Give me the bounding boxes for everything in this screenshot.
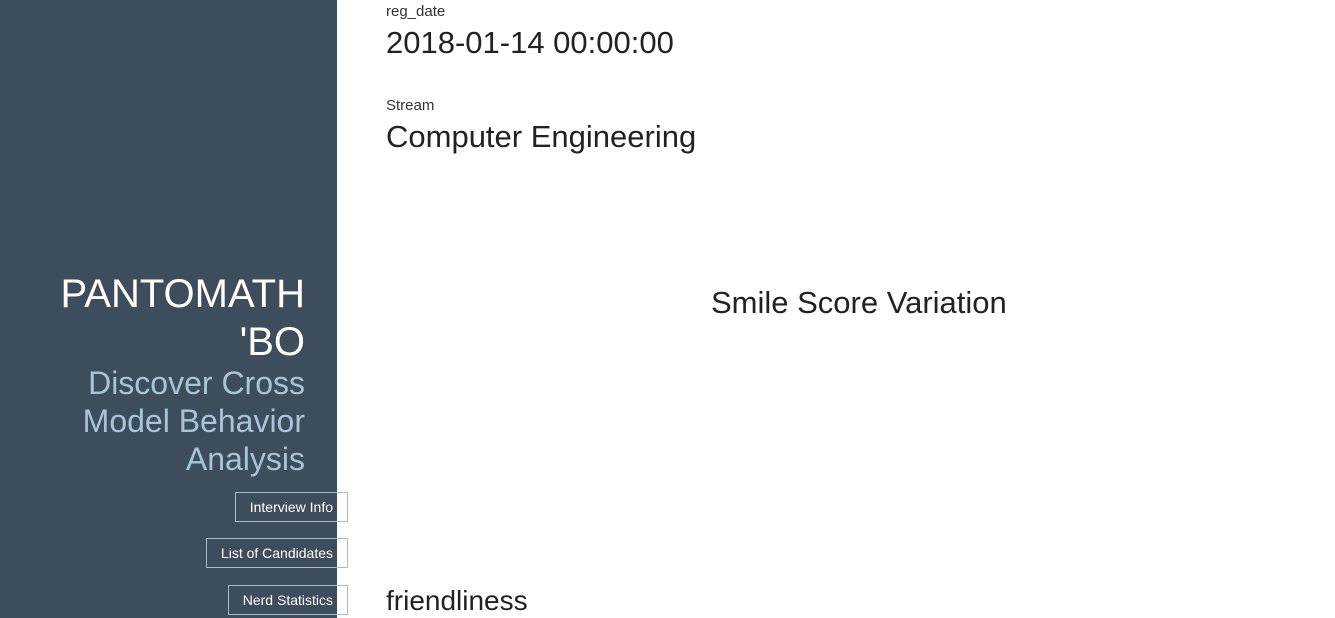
list-of-candidates-button[interactable]: List of Candidates <box>205 538 348 568</box>
nerd-statistics-button[interactable]: Nerd Statistics <box>227 585 348 615</box>
stream-value: Computer Engineering <box>386 119 697 154</box>
section-heading: friendliness <box>386 585 528 616</box>
main-content: reg_date 2018-01-14 00:00:00 Stream Comp… <box>386 0 1286 618</box>
reg-date-value: 2018-01-14 00:00:00 <box>386 25 674 60</box>
sidebar: PANTOMATH 'BO Discover Cross Model Behav… <box>0 0 348 618</box>
interview-info-button[interactable]: Interview Info <box>234 492 348 522</box>
brand-title: PANTOMATH 'BO <box>60 272 305 364</box>
chart-title: Smile Score Variation <box>711 285 1007 320</box>
brand-subtitle: Discover Cross Model Behavior Analysis <box>82 365 305 477</box>
reg-date-label: reg_date <box>386 3 446 20</box>
stream-label: Stream <box>386 97 435 114</box>
